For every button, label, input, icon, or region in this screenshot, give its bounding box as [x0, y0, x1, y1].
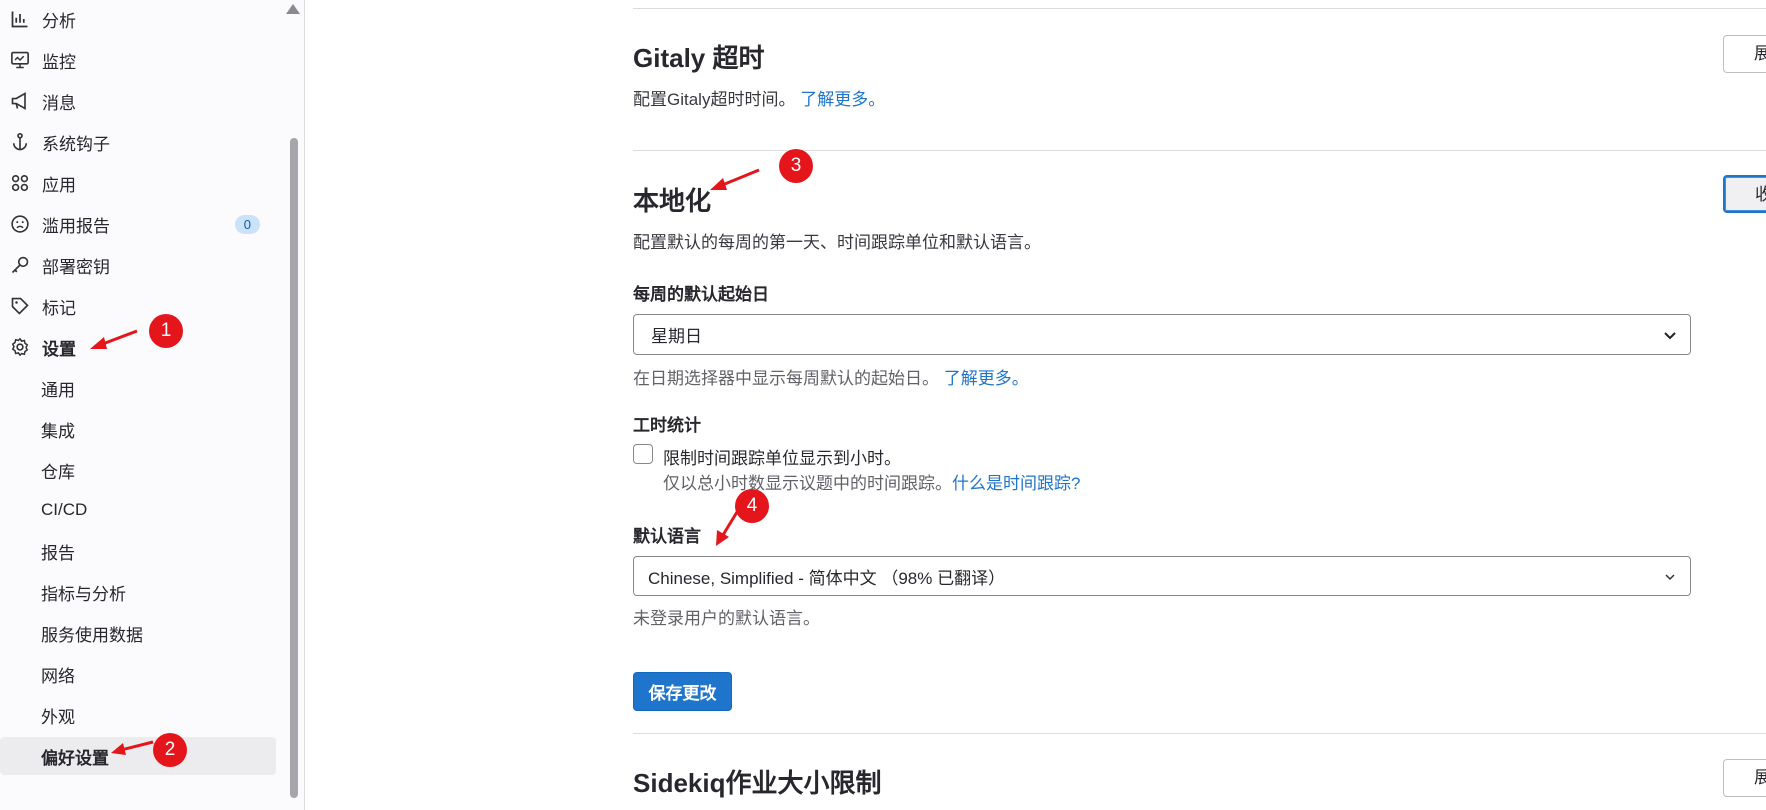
- sidebar-subitem-general[interactable]: 通用: [0, 369, 276, 407]
- localization-section-title: 本地化: [633, 186, 712, 216]
- sidebar-item-label: 监控: [42, 52, 76, 72]
- sidebar-item-messages[interactable]: 消息: [0, 82, 276, 120]
- first-day-help: 在日期选择器中显示每周默认的起始日。 了解更多。: [633, 364, 1029, 389]
- bullhorn-icon: [10, 91, 30, 111]
- sidebar-item-settings[interactable]: 设置: [0, 328, 276, 366]
- annotation-marker-4: 4: [735, 489, 769, 523]
- sidebar-item-label: 部署密钥: [42, 257, 110, 277]
- sidebar-subitem-preferences[interactable]: 偏好设置: [0, 737, 276, 775]
- sidebar-subitem-integrations[interactable]: 集成: [0, 410, 276, 448]
- time-tracking-help: 仅以总小时数显示议题中的时间跟踪。什么是时间跟踪?: [663, 469, 1080, 494]
- first-day-learn-more-link[interactable]: 了解更多。: [944, 369, 1029, 388]
- default-language-select[interactable]: Chinese, Simplified - 简体中文 （98% 已翻译）: [633, 556, 1691, 596]
- sidebar-subitem-service-usage[interactable]: 服务使用数据: [0, 614, 276, 652]
- default-language-value: Chinese, Simplified - 简体中文 （98% 已翻译）: [648, 568, 1006, 588]
- sidebar-item-label: 分析: [42, 11, 76, 31]
- gitaly-desc-text: 配置Gitaly超时时间。: [633, 90, 796, 109]
- sidebar-subitem-repository[interactable]: 仓库: [0, 451, 276, 489]
- sidebar-item-applications[interactable]: 应用: [0, 164, 276, 202]
- scrollbar-thumb[interactable]: [290, 138, 298, 798]
- chevron-down-icon: [1665, 574, 1675, 581]
- sidebar-item-deploy-keys[interactable]: 部署密钥: [0, 246, 276, 284]
- annotation-marker-2: 2: [153, 733, 187, 767]
- sidebar-subitem-appearance[interactable]: 外观: [0, 696, 276, 734]
- sidebar-item-analytics[interactable]: 分析: [0, 0, 276, 38]
- sidebar-item-label: 滥用报告: [42, 216, 110, 236]
- localization-section-desc: 配置默认的每周的第一天、时间跟踪单位和默认语言。: [633, 233, 1041, 252]
- time-tracking-checkbox-label[interactable]: 限制时间跟踪单位显示到小时。: [663, 444, 901, 469]
- gitaly-learn-more-link[interactable]: 了解更多。: [800, 90, 885, 109]
- count-badge: 0: [234, 215, 260, 234]
- sidebar-subitem-network[interactable]: 网络: [0, 655, 276, 693]
- localization-collapse-button[interactable]: 收起: [1723, 175, 1766, 213]
- time-tracking-help-text: 仅以总小时数显示议题中的时间跟踪。: [663, 474, 952, 493]
- sidebar-item-label: 消息: [42, 93, 76, 113]
- default-language-label: 默认语言: [633, 527, 701, 546]
- first-day-help-text: 在日期选择器中显示每周默认的起始日。: [633, 369, 939, 388]
- sidebar-subitem-cicd[interactable]: CI/CD: [0, 491, 276, 529]
- sad-face-icon: [10, 214, 30, 234]
- sidebar-item-abuse-reports[interactable]: 滥用报告 0: [0, 205, 276, 243]
- sidebar: 分析 监控 消息 系统钩子 应用 滥用报告 0 部署密钥 标记 设置 通用 集成…: [0, 0, 305, 810]
- monitor-icon: [10, 50, 30, 70]
- time-tracking-hours-checkbox[interactable]: [633, 444, 653, 464]
- annotation-marker-1: 1: [149, 314, 183, 348]
- section-divider: [633, 8, 1766, 9]
- sidebar-item-label: 系统钩子: [42, 134, 110, 154]
- sidekiq-expand-button[interactable]: 展开: [1723, 759, 1766, 797]
- save-changes-button[interactable]: 保存更改: [633, 672, 732, 711]
- sidebar-item-labels[interactable]: 标记: [0, 287, 276, 325]
- first-day-label: 每周的默认起始日: [633, 285, 769, 304]
- anchor-icon: [10, 132, 30, 152]
- scroll-up-arrow-icon[interactable]: [286, 4, 300, 14]
- sidekiq-section-title: Sidekiq作业大小限制: [633, 768, 882, 798]
- chevron-down-icon: [1664, 332, 1676, 340]
- time-tracking-label: 工时统计: [633, 416, 701, 435]
- sidebar-subitem-reporting[interactable]: 报告: [0, 532, 276, 570]
- first-day-value: 星期日: [651, 327, 702, 346]
- sidebar-item-label: 标记: [42, 298, 76, 318]
- time-tracking-what-link[interactable]: 什么是时间跟踪?: [952, 474, 1080, 493]
- sidebar-item-label: 应用: [42, 175, 76, 195]
- default-language-help: 未登录用户的默认语言。: [633, 609, 820, 628]
- gear-icon: [10, 337, 30, 357]
- gitaly-section-title: Gitaly 超时: [633, 43, 765, 73]
- gitaly-expand-button[interactable]: 展开: [1723, 35, 1766, 73]
- gitaly-section-desc: 配置Gitaly超时时间。 了解更多。: [633, 85, 885, 110]
- sidebar-item-label: 设置: [42, 339, 76, 359]
- annotation-marker-3: 3: [779, 149, 813, 183]
- sidebar-item-monitoring[interactable]: 监控: [0, 41, 276, 79]
- sidebar-subitem-metrics[interactable]: 指标与分析: [0, 573, 276, 611]
- label-icon: [10, 296, 30, 316]
- apps-icon: [10, 173, 30, 193]
- key-icon: [10, 255, 30, 275]
- sidebar-item-system-hooks[interactable]: 系统钩子: [0, 123, 276, 161]
- section-divider: [633, 733, 1766, 734]
- first-day-select[interactable]: 星期日: [633, 314, 1691, 355]
- chart-icon: [10, 9, 30, 29]
